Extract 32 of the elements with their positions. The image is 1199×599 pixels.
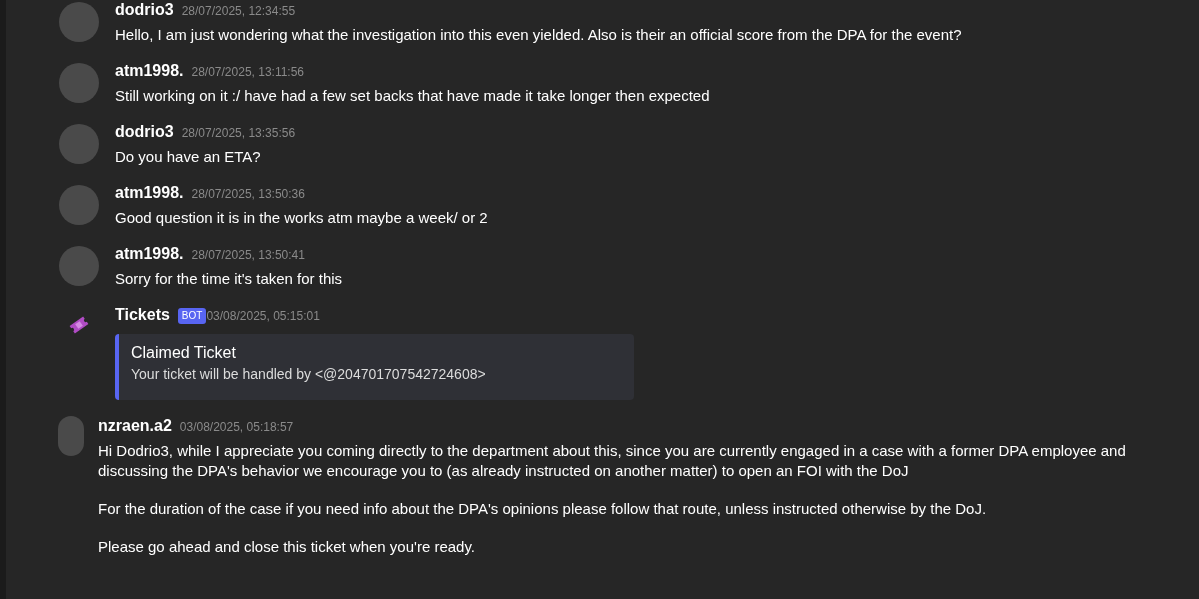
message-text: Hello, I am just wondering what the investigation into this even yielded. Also is their an official score from the DPA for the event? [115, 25, 962, 45]
message-text: Do you have an ETA? [115, 147, 262, 167]
author-name[interactable]: atm1998. [115, 183, 184, 203]
timestamp: 28/07/2025, 13:50:36 [191, 186, 305, 203]
avatar [58, 416, 84, 456]
avatar [59, 185, 99, 225]
author-name[interactable]: atm1998. [115, 61, 184, 81]
author-name[interactable]: dodrio3 [115, 0, 174, 20]
avatar [59, 2, 99, 42]
timestamp: 28/07/2025, 12:34:55 [181, 3, 296, 20]
timestamp: 28/07/2025, 13:11:56 [191, 64, 305, 81]
timestamp: 03/08/2025, 05:15:01 [206, 308, 320, 325]
message-text: Still working on it :/ have had a few set backs that have made it take longer then expected [115, 86, 710, 106]
author-name[interactable]: atm1998. [115, 244, 184, 264]
message-text: Hi Dodrio3, while I appreciate you coming directly to the department about this, since you are currently engaged in a case with a former DPA employee and discussing the DPA's behavior we encourage you to (as already instructed on another matter) to open an FOI with the DoJ [98, 441, 1127, 481]
avatar [59, 246, 99, 286]
timestamp: 28/07/2025, 13:50:41 [191, 247, 305, 264]
author-name[interactable]: Tickets [115, 305, 170, 325]
bot-tag: BOT [177, 307, 207, 324]
avatar [59, 63, 99, 103]
embed-title: Claimed Ticket [131, 343, 237, 363]
message-text: Good question it is in the works atm maybe a week/ or 2 [115, 208, 488, 228]
embed-description: Your ticket will be handled by <@204701707542724608> [131, 365, 487, 384]
author-name[interactable]: nzraen.a2 [98, 416, 172, 436]
author-name[interactable]: dodrio3 [115, 122, 174, 142]
ticket-icon [68, 314, 90, 336]
message-text: Please go ahead and close this ticket when you're ready. [98, 537, 476, 557]
message-text: For the duration of the case if you need info about the DPA's opinions please follow that route, unless instructed otherwise by the DoJ. [98, 499, 988, 519]
message-text: Sorry for the time it's taken for this [115, 269, 343, 289]
avatar [59, 124, 99, 164]
timestamp: 03/08/2025, 05:18:57 [179, 419, 294, 436]
timestamp: 28/07/2025, 13:35:56 [181, 125, 296, 142]
